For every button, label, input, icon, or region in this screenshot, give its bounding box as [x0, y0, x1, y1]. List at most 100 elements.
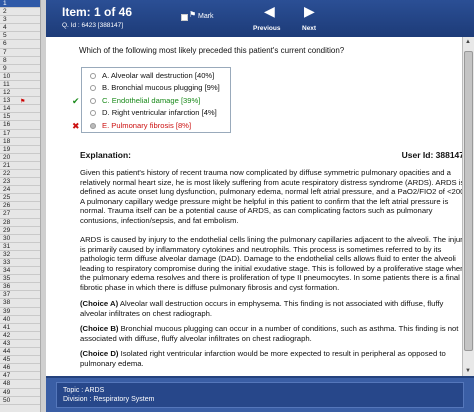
- choice-tag: (Choice D): [80, 349, 119, 358]
- scroll-up-icon[interactable]: ▲: [465, 39, 471, 45]
- question-number: 27: [3, 210, 11, 218]
- question-number: 18: [3, 137, 11, 145]
- question-list-item[interactable]: 43: [0, 340, 45, 349]
- question-list-item[interactable]: 19: [0, 146, 45, 154]
- question-list-item[interactable]: 11: [0, 81, 45, 90]
- question-list-item[interactable]: 4: [0, 24, 45, 33]
- question-list-item[interactable]: 28: [0, 219, 45, 227]
- choice-explanation-d: (Choice D) Isolated right ventricular in…: [80, 349, 468, 368]
- question-list-item[interactable]: 36: [0, 283, 45, 292]
- question-list-item[interactable]: 25: [0, 194, 45, 203]
- mark-checkbox[interactable]: [181, 14, 188, 21]
- question-number: 29: [3, 226, 11, 234]
- answer-choice-b[interactable]: B. Bronchial mucous plugging [9%]: [82, 82, 230, 94]
- question-number: 15: [3, 113, 11, 121]
- radio-button[interactable]: [90, 85, 96, 92]
- question-number: 1: [3, 0, 7, 7]
- radio-button-selected[interactable]: [90, 122, 96, 129]
- question-list-item[interactable]: 37: [0, 291, 45, 300]
- header-bar: Item: 1 of 46 Q. Id : 6423 [388147] ⚑ Ma…: [46, 0, 474, 37]
- answer-choices: A. Alveolar wall destruction [40%] B. Br…: [72, 67, 231, 133]
- question-list-item[interactable]: 42: [0, 332, 45, 340]
- answer-choice-c[interactable]: ✔ C. Endothelial damage [39%]: [72, 95, 230, 107]
- question-number: 30: [3, 234, 11, 242]
- item-title: Item: 1 of 46: [62, 5, 133, 19]
- question-number: 2: [3, 8, 7, 16]
- question-list-item[interactable]: 44: [0, 348, 45, 357]
- question-number: 42: [3, 331, 11, 339]
- previous-arrow-icon[interactable]: ◀: [264, 3, 275, 20]
- radio-button[interactable]: [90, 73, 96, 79]
- question-list-item[interactable]: 33: [0, 259, 45, 268]
- question-list-item[interactable]: 29: [0, 227, 45, 235]
- previous-button[interactable]: Previous: [253, 25, 280, 32]
- choice-explanation-b: (Choice B) Bronchial mucous plugging can…: [80, 324, 468, 343]
- question-list-item[interactable]: 8: [0, 57, 45, 65]
- question-list-item[interactable]: 6: [0, 40, 45, 49]
- question-list-item[interactable]: 7: [0, 49, 45, 57]
- question-list-item[interactable]: 46: [0, 364, 45, 373]
- question-list-item[interactable]: 21: [0, 162, 45, 170]
- question-list-item[interactable]: 17: [0, 130, 45, 138]
- question-list-item[interactable]: 22: [0, 169, 45, 179]
- choice-text: Alveolar wall destruction occurs in emph…: [80, 299, 444, 318]
- question-number: 34: [3, 267, 11, 275]
- next-arrow-icon[interactable]: ▶: [304, 3, 315, 20]
- question-number: 19: [3, 145, 11, 153]
- content-scrollbar[interactable]: ▲ ▼: [462, 37, 474, 376]
- question-list-item[interactable]: 40: [0, 316, 45, 324]
- question-list-item[interactable]: 12: [0, 89, 45, 98]
- question-list-item[interactable]: 45: [0, 356, 45, 365]
- question-number: 48: [3, 380, 11, 388]
- question-list-item[interactable]: 2: [0, 8, 45, 17]
- answer-label: E. Pulmonary fibrosis [8%]: [102, 120, 192, 130]
- question-list-item[interactable]: 13 ⚑: [0, 97, 45, 106]
- question-list-item[interactable]: 16: [0, 121, 45, 130]
- scroll-down-icon[interactable]: ▼: [465, 368, 471, 374]
- question-list-item[interactable]: 5: [0, 32, 45, 41]
- question-list-item[interactable]: 47: [0, 372, 45, 381]
- question-number: 23: [3, 178, 11, 186]
- question-list-item[interactable]: 23: [0, 178, 45, 187]
- question-list-item[interactable]: 9: [0, 65, 45, 73]
- question-list-item[interactable]: 3: [0, 16, 45, 25]
- question-list-item[interactable]: 24: [0, 186, 45, 195]
- question-list-item[interactable]: 26: [0, 202, 45, 211]
- scrollbar-thumb[interactable]: [464, 51, 473, 351]
- question-list-item[interactable]: 18: [0, 138, 45, 146]
- question-list-item[interactable]: 41: [0, 324, 45, 332]
- footer-bar: Topic : ARDS Division : Respiratory Syst…: [46, 376, 474, 412]
- question-number: 20: [3, 153, 11, 161]
- question-list-item[interactable]: 31: [0, 243, 45, 251]
- next-button[interactable]: Next: [302, 25, 316, 32]
- question-list-item[interactable]: 14: [0, 105, 45, 114]
- question-list-item[interactable]: 50: [0, 397, 45, 405]
- question-number: 47: [3, 372, 11, 380]
- answer-choice-a[interactable]: A. Alveolar wall destruction [40%]: [82, 70, 230, 82]
- radio-button[interactable]: [90, 97, 96, 104]
- question-list-item[interactable]: 34: [0, 267, 45, 276]
- question-number: 25: [3, 194, 11, 202]
- question-stem: Which of the following most likely prece…: [79, 46, 345, 55]
- question-list-item[interactable]: 35: [0, 275, 45, 284]
- answer-choice-d[interactable]: D. Right ventricular infarction [4%]: [82, 107, 230, 119]
- question-list-item[interactable]: 49: [0, 389, 45, 397]
- question-number: 24: [3, 186, 11, 194]
- question-number: 22: [3, 169, 11, 177]
- question-list-item[interactable]: 32: [0, 251, 45, 259]
- question-list-item[interactable]: 30: [0, 235, 45, 243]
- question-list-item[interactable]: 39: [0, 308, 45, 316]
- question-list-item[interactable]: 15: [0, 113, 45, 122]
- question-list-item[interactable]: 20: [0, 154, 45, 162]
- question-list-item[interactable]: 1: [0, 0, 45, 9]
- answer-choice-e[interactable]: ✖ E. Pulmonary fibrosis [8%]: [72, 120, 230, 132]
- question-number: 36: [3, 283, 11, 291]
- question-number: 37: [3, 291, 11, 299]
- choice-text: Isolated right ventricular infarction wo…: [80, 349, 446, 368]
- question-list-item[interactable]: 27: [0, 210, 45, 219]
- radio-button[interactable]: [90, 110, 96, 117]
- question-list-item[interactable]: 48: [0, 380, 45, 389]
- question-list-item[interactable]: 10: [0, 73, 45, 81]
- question-list-item[interactable]: 38: [0, 299, 45, 308]
- answer-label: A. Alveolar wall destruction [40%]: [102, 71, 215, 80]
